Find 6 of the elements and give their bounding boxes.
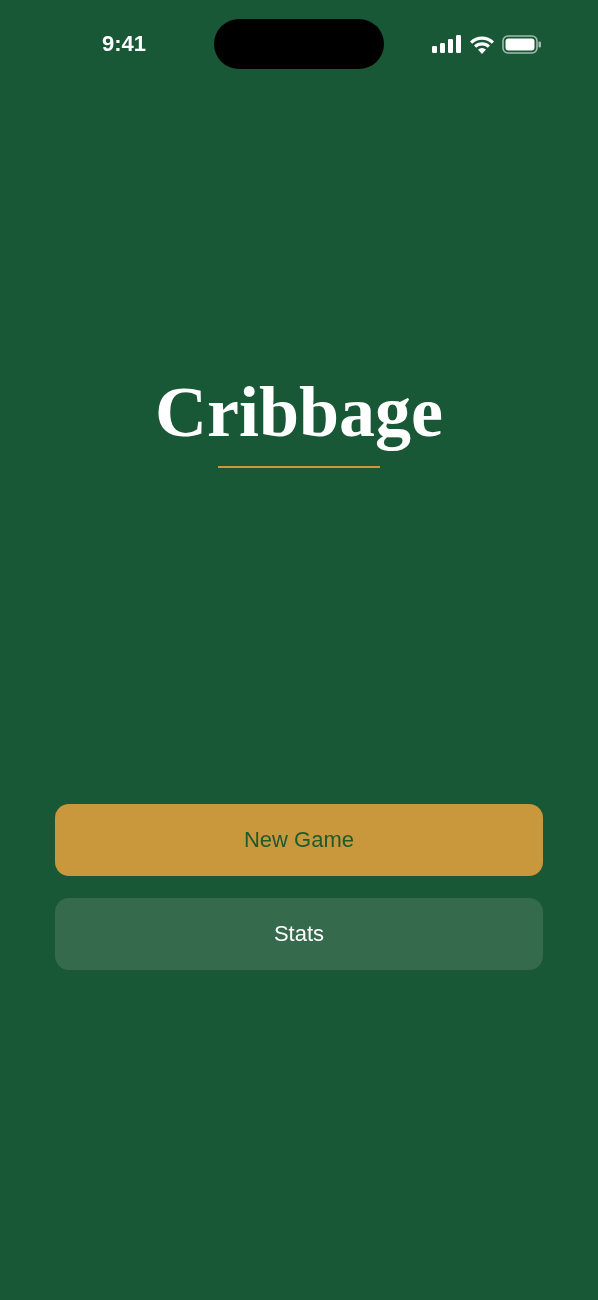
stats-button[interactable]: Stats — [55, 898, 543, 970]
signal-icon — [432, 35, 462, 53]
wifi-icon — [469, 34, 495, 54]
app-title: Cribbage — [155, 372, 443, 452]
battery-icon — [502, 34, 542, 54]
status-time: 9:41 — [101, 31, 146, 57]
